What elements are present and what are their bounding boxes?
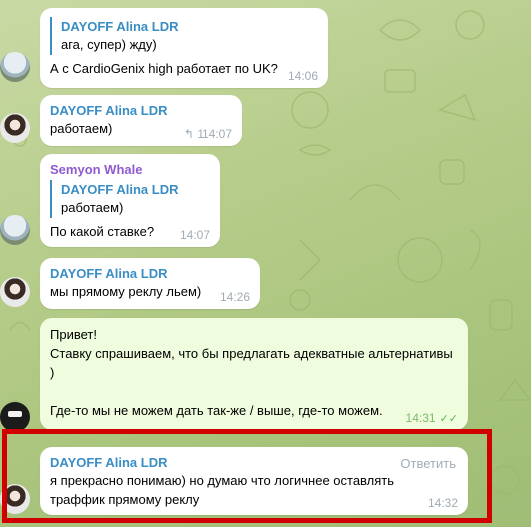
sender-name[interactable]: DAYOFF Alina LDR [50,265,250,282]
message-bubble[interactable]: DAYOFF Alina LDR работаем) ↰ 1 14:07 [40,95,242,146]
message-bubble[interactable]: Semyon Whale DAYOFF Alina LDR работаем) … [40,154,220,247]
message-time: 14:26 [219,290,250,304]
reply-quote[interactable]: DAYOFF Alina LDR ага, супер) жду) [50,17,318,55]
reply-quote-text: работаем) [61,200,124,215]
avatar[interactable] [0,277,30,307]
message-time: 14:31 ✓✓ [405,411,458,425]
message-text: Привет! Ставку спрашиваем, что бы предла… [50,327,453,418]
highlight-frame [2,429,492,523]
message-bubble-outgoing[interactable]: Привет! Ставку спрашиваем, что бы предла… [40,318,468,430]
message-bubble[interactable]: DAYOFF Alina LDR ага, супер) жду) А с Ca… [40,8,328,88]
message-time: 14:06 [287,69,318,83]
read-checkmarks-icon: ✓✓ [439,413,458,425]
reply-arrow-icon: ↰ [183,127,194,141]
reply-quote-name: DAYOFF Alina LDR [61,182,179,197]
sender-name[interactable]: Semyon Whale [50,161,210,178]
avatar[interactable] [0,402,30,432]
message-time: 14:07 [179,228,210,242]
message-bubble[interactable]: DAYOFF Alina LDR мы прямому реклу льем) … [40,258,260,309]
avatar[interactable] [0,113,30,143]
avatar[interactable] [0,52,30,82]
message-time: 14:07 [201,127,232,141]
reply-quote-name: DAYOFF Alina LDR [61,19,179,34]
sender-name[interactable]: DAYOFF Alina LDR [50,102,232,119]
avatar[interactable] [0,215,30,245]
reply-quote[interactable]: DAYOFF Alina LDR работаем) [50,180,210,218]
message-text: А с CardioGenix high работает по UK? [50,61,278,76]
reply-quote-text: ага, супер) жду) [61,37,157,52]
